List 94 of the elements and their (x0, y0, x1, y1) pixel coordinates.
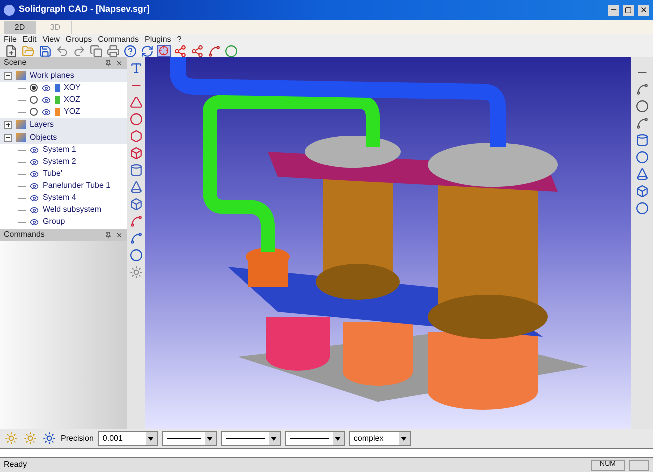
tree-item[interactable]: System 2 (43, 156, 76, 168)
menu-item[interactable]: Plugins (145, 34, 172, 46)
curve-icon[interactable] (634, 116, 650, 131)
eye-icon[interactable] (30, 158, 39, 166)
tree-item[interactable]: Tube' (43, 168, 62, 180)
refresh-icon[interactable] (140, 44, 155, 58)
redo-icon[interactable] (72, 44, 87, 58)
eye-icon[interactable] (30, 182, 39, 190)
eye-icon[interactable] (42, 108, 51, 116)
cone-icon[interactable] (128, 180, 144, 195)
tree-item[interactable]: XOY (64, 82, 81, 94)
caret-icon (335, 436, 342, 440)
cylinder-icon[interactable] (128, 163, 144, 178)
3d-viewport[interactable] (145, 57, 631, 429)
triangle-icon[interactable] (128, 95, 144, 110)
eye-icon[interactable] (42, 84, 51, 92)
printer-icon[interactable] (106, 44, 121, 58)
caret-icon (401, 436, 408, 440)
status-text: Ready (4, 459, 28, 471)
curve-icon[interactable] (128, 231, 144, 246)
maximize-icon (625, 6, 632, 14)
maximize-button[interactable] (623, 4, 634, 16)
tree-item[interactable]: XOZ (64, 94, 80, 106)
eye-icon[interactable] (30, 146, 39, 154)
eye-icon[interactable] (30, 170, 39, 178)
tab[interactable]: 2D (4, 21, 36, 34)
minimize-button[interactable] (608, 4, 619, 16)
tree-item[interactable]: System 1 (43, 144, 76, 156)
eye-icon[interactable] (30, 194, 39, 202)
pin-icon[interactable] (105, 232, 112, 238)
cylinder-icon[interactable] (634, 133, 650, 148)
snap-toggle-button[interactable] (157, 45, 171, 57)
menu-item[interactable]: Commands (98, 34, 140, 46)
status-panel (629, 460, 649, 470)
color-dropdown[interactable] (162, 431, 217, 446)
box-icon[interactable] (128, 197, 144, 212)
tree-item[interactable]: Layers (30, 118, 54, 130)
menu-item[interactable]: Groups (66, 34, 92, 46)
pin-icon[interactable] (105, 60, 112, 66)
menu-item[interactable]: File (4, 34, 17, 46)
window-title: Solidgraph CAD - [Napsev.sgr] (19, 3, 151, 16)
nodes-icon[interactable] (173, 44, 188, 58)
precision-dropdown[interactable]: 0.001 (98, 431, 158, 446)
close-icon[interactable] (116, 232, 123, 238)
cone-icon[interactable] (634, 167, 650, 182)
help-icon[interactable] (123, 44, 138, 58)
menu-item[interactable]: View (42, 34, 60, 46)
circle-icon[interactable] (128, 112, 144, 127)
panel-title: Commands (4, 229, 46, 241)
circle-icon[interactable] (128, 248, 144, 263)
new-file-icon[interactable] (4, 44, 19, 58)
expand-toggle[interactable] (4, 72, 12, 80)
save-icon[interactable] (38, 44, 53, 58)
radio-button[interactable] (30, 84, 38, 92)
curve-icon[interactable] (634, 82, 650, 97)
box-icon[interactable] (128, 146, 144, 161)
menu-item[interactable]: ? (177, 34, 182, 46)
caret-icon (271, 436, 278, 440)
tree-item[interactable]: Objects (30, 132, 58, 144)
radio-button[interactable] (30, 96, 38, 104)
close-button[interactable] (638, 4, 649, 16)
circle-icon[interactable] (224, 44, 239, 58)
nodes-icon[interactable] (190, 44, 205, 58)
app-icon (4, 4, 15, 16)
text-icon[interactable] (128, 61, 144, 76)
light-icon[interactable] (42, 431, 57, 446)
curve-icon[interactable] (128, 214, 144, 229)
eye-icon[interactable] (42, 96, 51, 104)
close-icon (640, 6, 648, 14)
tree-item[interactable]: Panelunder Tube 1 (43, 180, 111, 192)
undo-icon[interactable] (55, 44, 70, 58)
polygon-icon[interactable] (128, 129, 144, 144)
copy-icon[interactable] (89, 44, 104, 58)
radio-button[interactable] (30, 108, 38, 116)
close-icon[interactable] (116, 60, 123, 66)
expand-toggle[interactable] (4, 120, 12, 128)
tree-item[interactable]: System 4 (43, 192, 76, 204)
eye-icon[interactable] (30, 206, 39, 214)
line-style-dropdown[interactable] (220, 431, 281, 446)
menu-item[interactable]: Edit (22, 34, 37, 46)
caret-icon (207, 436, 214, 440)
line-width-dropdown[interactable] (284, 431, 345, 446)
eye-icon[interactable] (30, 218, 39, 226)
box-icon[interactable] (634, 184, 650, 199)
expand-toggle[interactable] (4, 134, 12, 142)
tree-item[interactable]: Group (43, 216, 66, 228)
panel-title: Scene (4, 57, 28, 69)
tree-item[interactable]: YOZ (64, 106, 80, 118)
curve-icon[interactable] (207, 44, 222, 58)
precision-label: Precision (61, 432, 94, 444)
caret-icon (148, 436, 154, 440)
circle-icon[interactable] (634, 99, 650, 114)
tree-item[interactable]: Weld subsystem (43, 204, 102, 216)
mode-dropdown[interactable]: complex (348, 431, 411, 446)
